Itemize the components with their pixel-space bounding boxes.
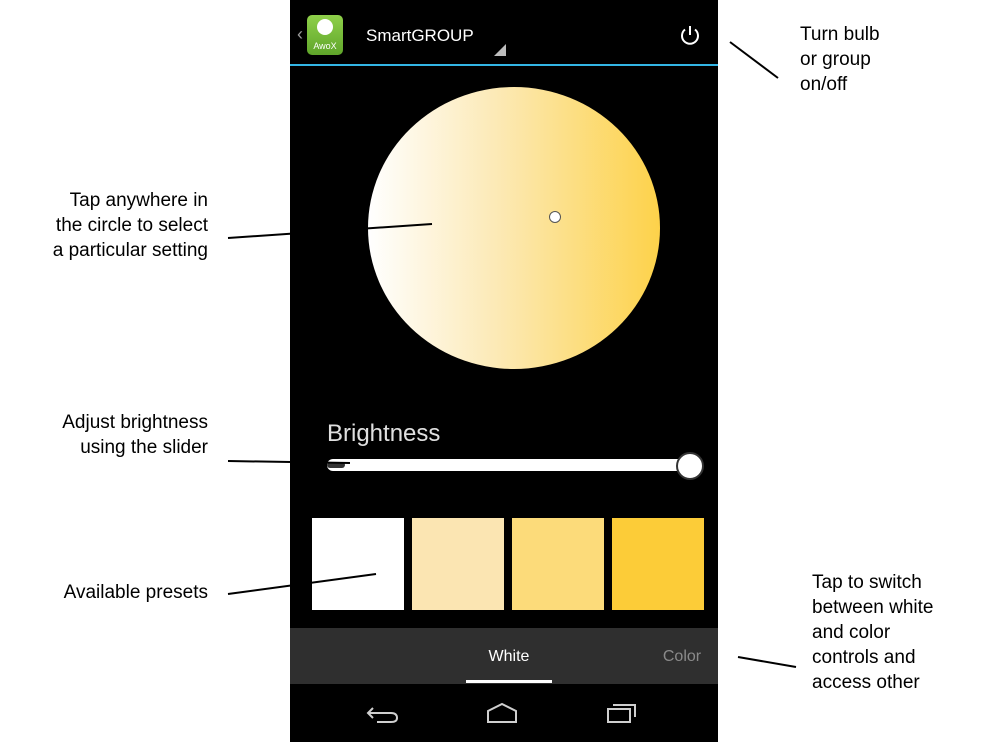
callout-line-circle <box>227 223 433 239</box>
callout-line-presets <box>227 573 377 595</box>
callout-line-brightness <box>227 460 351 464</box>
callout-lines <box>227 41 797 668</box>
callout-line-power <box>729 41 779 79</box>
callout-line-tabs <box>737 656 797 668</box>
